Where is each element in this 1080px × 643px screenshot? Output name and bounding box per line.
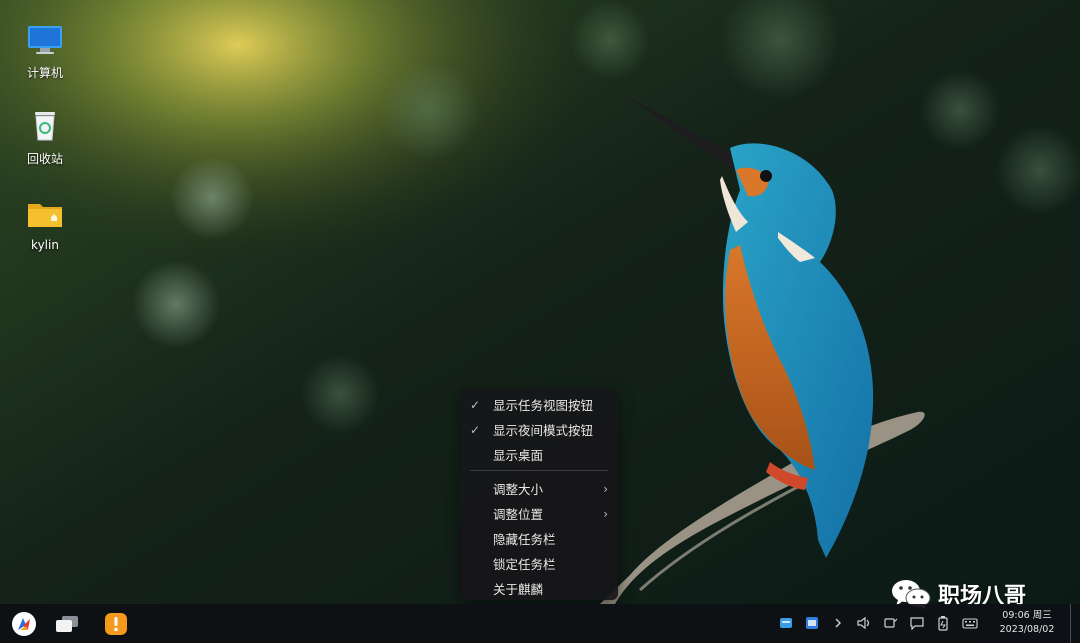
clock-date: 2023/08/02 bbox=[999, 624, 1055, 635]
menu-item-label: 锁定任务栏 bbox=[493, 557, 556, 572]
home-folder-icon bbox=[25, 194, 65, 234]
chevron-right-icon: › bbox=[603, 482, 608, 496]
volume-icon[interactable] bbox=[856, 615, 872, 631]
app-store-icon bbox=[105, 613, 127, 635]
tray-app-icon-2[interactable] bbox=[804, 615, 820, 631]
menu-item-show-task-view-button[interactable]: ✓ 显示任务视图按钮 bbox=[460, 393, 618, 418]
menu-item-label: 显示夜间模式按钮 bbox=[493, 423, 594, 438]
network-icon[interactable] bbox=[883, 615, 899, 631]
taskbar-context-menu: ✓ 显示任务视图按钮 ✓ 显示夜间模式按钮 显示桌面 调整大小 › 调整位置 ›… bbox=[460, 389, 618, 600]
show-desktop-button[interactable] bbox=[1070, 604, 1080, 643]
menu-item-show-night-mode-button[interactable]: ✓ 显示夜间模式按钮 bbox=[460, 418, 618, 443]
taskbar-clock[interactable]: 09:06 周三 2023/08/02 bbox=[996, 609, 1058, 639]
computer-icon bbox=[25, 20, 65, 60]
taskbar: 09:06 周三 2023/08/02 bbox=[0, 604, 1080, 643]
desktop-icon-label: kylin bbox=[31, 238, 59, 252]
recycle-bin-icon bbox=[25, 106, 65, 146]
menu-item-label: 显示任务视图按钮 bbox=[493, 398, 594, 413]
desktop-icon-home-folder[interactable]: kylin bbox=[14, 182, 76, 262]
menu-item-adjust-position[interactable]: 调整位置 › bbox=[460, 502, 618, 527]
menu-item-show-desktop[interactable]: 显示桌面 bbox=[460, 443, 618, 468]
menu-item-about-kylin[interactable]: 关于麒麟 bbox=[460, 577, 618, 602]
expand-tray-icon[interactable] bbox=[830, 615, 846, 631]
clock-time: 09:06 周三 bbox=[1002, 610, 1052, 621]
desktop-icon-label: 计算机 bbox=[26, 66, 63, 80]
menu-item-lock-taskbar[interactable]: 锁定任务栏 bbox=[460, 552, 618, 577]
start-menu-button[interactable] bbox=[9, 609, 39, 639]
keyboard-icon[interactable] bbox=[962, 615, 978, 631]
desktop-icon-recycle-bin[interactable]: 回收站 bbox=[14, 94, 76, 174]
checkmark-icon: ✓ bbox=[470, 398, 481, 412]
menu-separator bbox=[470, 470, 608, 471]
menu-item-label: 隐藏任务栏 bbox=[493, 532, 556, 547]
menu-item-label: 调整位置 bbox=[493, 507, 544, 522]
battery-icon[interactable] bbox=[935, 615, 951, 631]
desktop-icon-computer[interactable]: 计算机 bbox=[14, 8, 76, 88]
desktop-icon-label: 回收站 bbox=[26, 152, 63, 166]
task-view-button[interactable] bbox=[52, 609, 82, 639]
menu-item-label: 关于麒麟 bbox=[493, 582, 544, 597]
checkmark-icon: ✓ bbox=[470, 423, 481, 437]
notification-icon[interactable] bbox=[909, 615, 925, 631]
start-menu-icon bbox=[12, 612, 36, 636]
chevron-right-icon: › bbox=[603, 507, 608, 521]
task-view-icon bbox=[56, 616, 78, 632]
menu-item-hide-taskbar[interactable]: 隐藏任务栏 bbox=[460, 527, 618, 552]
app-store-button[interactable] bbox=[101, 609, 131, 639]
tray-app-icon-1[interactable] bbox=[778, 615, 794, 631]
menu-item-adjust-size[interactable]: 调整大小 › bbox=[460, 477, 618, 502]
menu-item-label: 显示桌面 bbox=[493, 448, 544, 463]
menu-item-label: 调整大小 bbox=[493, 482, 544, 497]
